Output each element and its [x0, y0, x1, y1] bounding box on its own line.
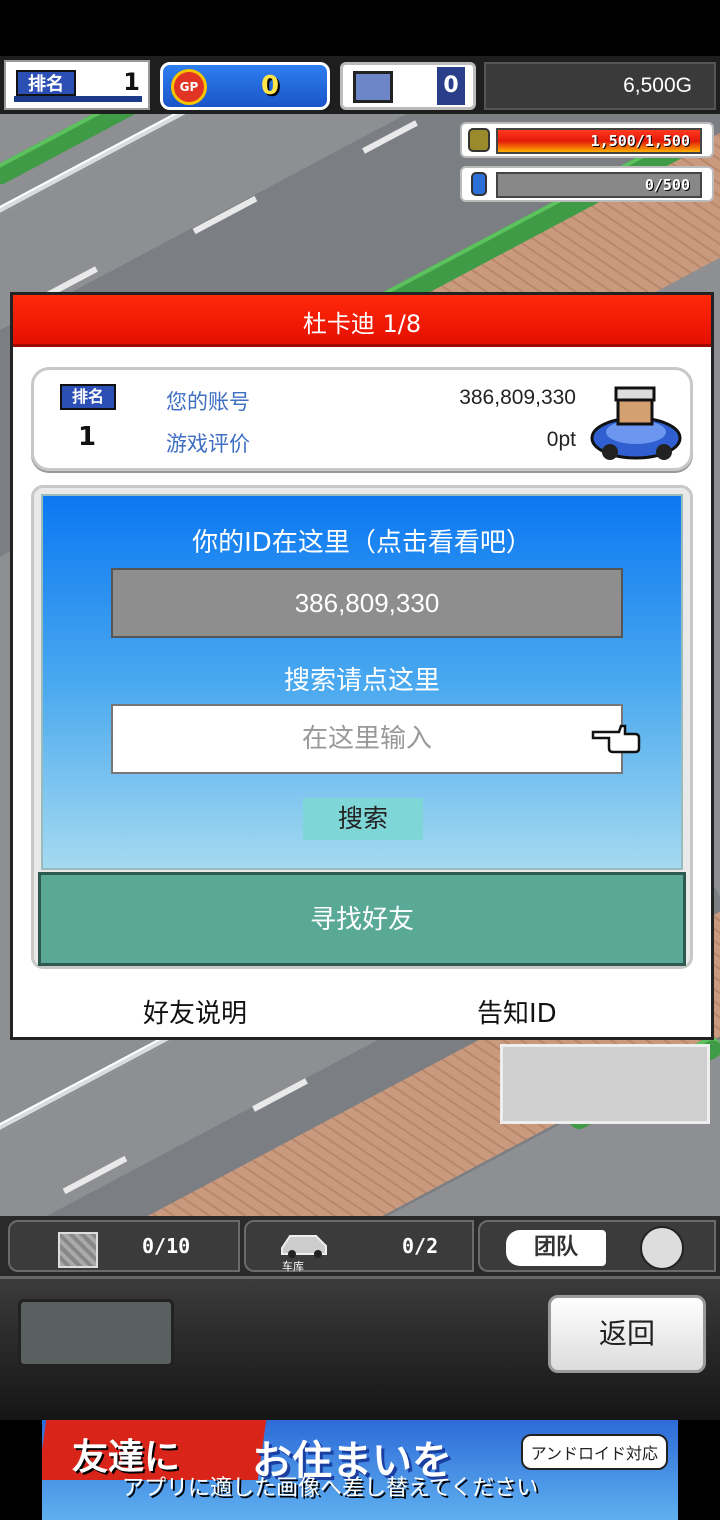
- control-bar: 返回: [0, 1276, 720, 1420]
- money-value: 6,500G: [623, 74, 692, 97]
- crate-icon: [58, 1232, 98, 1268]
- search-input[interactable]: 在这里输入: [111, 704, 623, 774]
- ad-corner-badge: アンドロイド対応: [520, 1434, 668, 1470]
- ad-subtitle: アプリに適した画像へ差し替えてください: [122, 1476, 539, 1501]
- water-text: 0/500: [644, 176, 690, 194]
- account-label: 您的账号: [166, 390, 250, 414]
- fuel-bar: 1,500/1,500: [460, 122, 714, 158]
- gp-value: 0: [261, 71, 280, 101]
- id-heading: 你的ID在这里（点击看看吧）: [192, 528, 532, 558]
- id-panel: 你的ID在这里（点击看看吧） 386,809,330 搜索请点这里 在这里输入 …: [31, 485, 693, 969]
- search-button[interactable]: 搜索: [303, 798, 423, 840]
- friends-dialog: 杜卡迪 1/8 排名 1 您的账号 386,809,330 游戏评价 0pt 你…: [10, 292, 714, 1040]
- account-card: 排名 1 您的账号 386,809,330 游戏评价 0pt: [31, 367, 693, 471]
- friend-info-link[interactable]: 好友说明: [143, 993, 247, 1030]
- bottom-hud: 0/10 车库 0/2 团队: [0, 1216, 720, 1276]
- storage-value: 0/10: [142, 1234, 191, 1258]
- water-track: 0/500: [496, 172, 702, 198]
- team-label: 团队: [506, 1230, 606, 1266]
- hedge: [0, 112, 173, 188]
- fuel-text: 1,500/1,500: [590, 132, 690, 150]
- computer-icon: [353, 71, 393, 103]
- gp-counter[interactable]: GP 0: [160, 62, 330, 110]
- account-value: 386,809,330: [459, 386, 576, 409]
- rank-value: 1: [78, 422, 97, 452]
- pc-value: 0: [437, 67, 465, 105]
- notify-id-link[interactable]: 告知ID: [477, 993, 557, 1030]
- id-panel-inner: 你的ID在这里（点击看看吧） 386,809,330 搜索请点这里 在这里输入 …: [41, 494, 683, 870]
- rank-underline: [14, 96, 142, 102]
- bottle-icon: [471, 172, 487, 196]
- avatar-icon: [640, 1226, 684, 1270]
- pc-counter[interactable]: 0: [340, 62, 476, 110]
- top-hud: 排名 1 GP 0 0 6,500G: [0, 56, 720, 114]
- rank-badge: 排名: [60, 384, 116, 410]
- gp-coin-icon: GP: [171, 69, 207, 105]
- garage-label: 车库: [282, 1260, 304, 1273]
- back-button[interactable]: 返回: [548, 1295, 706, 1373]
- team-slot[interactable]: 团队: [478, 1220, 716, 1272]
- empty-slot[interactable]: [18, 1299, 174, 1367]
- rank-value: 1: [123, 68, 140, 96]
- search-heading: 搜索请点这里: [283, 666, 440, 696]
- pointing-hand-icon: [591, 724, 641, 754]
- my-id-display[interactable]: 386,809,330: [111, 568, 623, 638]
- money-display: 6,500G: [484, 62, 716, 110]
- car-icon: [590, 386, 682, 460]
- garage-slot[interactable]: 车库 0/2: [244, 1220, 474, 1273]
- rating-value: 0pt: [546, 428, 576, 451]
- find-friends-button[interactable]: 寻找好友: [38, 872, 686, 966]
- rank-badge: 排名: [16, 70, 76, 96]
- storage-slot[interactable]: 0/10: [8, 1220, 240, 1272]
- dialog-title: 杜卡迪 1/8: [13, 295, 711, 347]
- garage-value: 0/2: [402, 1234, 439, 1258]
- rank-indicator[interactable]: 排名 1: [4, 60, 150, 110]
- ad-banner[interactable]: 友達に お住まいを アンドロイド対応 アプリに適した画像へ差し替えてください: [42, 1420, 678, 1520]
- garage-car-icon: [281, 1235, 327, 1258]
- fuel-track: 1,500/1,500: [496, 128, 702, 154]
- rating-label: 游戏评价: [166, 432, 250, 456]
- coin-stack-icon: [468, 128, 490, 152]
- water-bar: 0/500: [460, 166, 714, 202]
- building: [500, 1044, 710, 1124]
